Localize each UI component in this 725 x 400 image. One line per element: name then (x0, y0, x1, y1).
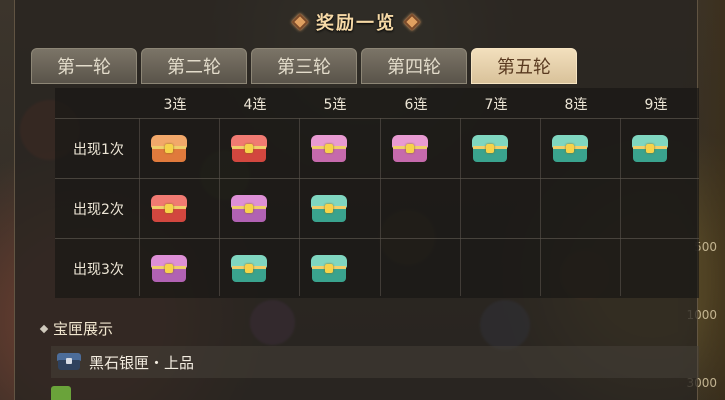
tab-round-5[interactable]: 第五轮 (471, 48, 577, 84)
tab-round-2[interactable]: 第二轮 (141, 48, 247, 84)
reward-table: 3连 4连 5连 6连 7连 8连 9连 出现1次 出现2次 出现3次 (55, 88, 699, 298)
column-header: 6连 (404, 97, 428, 113)
green-chest-icon (51, 386, 71, 400)
teal-chest-icon[interactable] (472, 135, 508, 163)
showcase-heading: 宝匣展示 (39, 318, 114, 339)
table-row: 出现2次 (55, 178, 699, 239)
table-row: 出现1次 (55, 118, 699, 179)
pink-chest-icon[interactable] (311, 135, 347, 163)
red-chest-icon[interactable] (231, 135, 267, 163)
showcase-item[interactable]: 黑石银匣・上品 (51, 346, 699, 378)
diamond-ornament-icon (291, 13, 309, 31)
pink-chest-icon[interactable] (392, 135, 428, 163)
row-label: 出现3次 (73, 262, 124, 278)
round-tabs: 第一轮 第二轮 第三轮 第四轮 第五轮 (31, 48, 577, 86)
reward-overview-panel: 奖励一览 第一轮 第二轮 第三轮 第四轮 第五轮 3连 4连 5连 6连 7连 … (14, 0, 699, 400)
panel-header: 奖励一览 (15, 0, 697, 44)
showcase-title: 宝匣展示 (53, 320, 114, 338)
column-header: 4连 (243, 97, 267, 113)
showcase-item-name: 黑石银匣・上品 (89, 353, 195, 372)
teal-chest-icon[interactable] (311, 255, 347, 283)
column-header: 9连 (644, 97, 668, 113)
column-header: 5连 (323, 97, 347, 113)
panel-title: 奖励一览 (316, 13, 396, 34)
teal-chest-icon[interactable] (552, 135, 588, 163)
column-header: 7连 (484, 97, 508, 113)
table-row: 出现3次 (55, 238, 699, 299)
tab-round-1[interactable]: 第一轮 (31, 48, 137, 84)
purple-chest-icon[interactable] (231, 195, 267, 223)
column-header: 8连 (564, 97, 588, 113)
column-header: 3连 (163, 97, 187, 113)
diamond-bullet-icon (39, 324, 49, 333)
row-label: 出现1次 (73, 142, 124, 158)
orange-chest-icon[interactable] (151, 135, 187, 163)
purple-chest-icon[interactable] (151, 255, 187, 283)
teal-chest-icon[interactable] (231, 255, 267, 283)
row-label: 出现2次 (73, 202, 124, 218)
diamond-ornament-icon (403, 13, 421, 31)
tab-round-4[interactable]: 第四轮 (361, 48, 467, 84)
table-header: 3连 4连 5连 6连 7连 8连 9连 (55, 88, 699, 118)
teal-chest-icon[interactable] (632, 135, 668, 163)
tab-round-3[interactable]: 第三轮 (251, 48, 357, 84)
teal-chest-icon[interactable] (311, 195, 347, 223)
red-chest-icon[interactable] (151, 195, 187, 223)
silver-chest-icon (57, 353, 81, 371)
